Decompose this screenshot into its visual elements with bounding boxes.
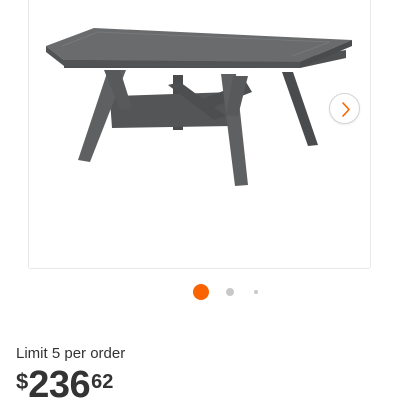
price-dollars: 236: [28, 364, 91, 406]
pager-dot-1[interactable]: [193, 284, 209, 300]
pager-dot-3[interactable]: [254, 290, 258, 294]
product-image[interactable]: [0, 0, 400, 275]
image-pager: [0, 283, 400, 301]
next-image-button[interactable]: [329, 93, 360, 124]
price-cents: 62: [91, 371, 114, 393]
order-limit-text: Limit 5 per order: [16, 345, 126, 362]
price: $23662: [16, 366, 113, 406]
table-top: [46, 28, 352, 62]
table-leg-back-right: [282, 72, 318, 146]
chevron-right-icon: [342, 102, 350, 117]
pager-dot-2[interactable]: [226, 288, 234, 296]
price-currency: $: [16, 369, 29, 394]
